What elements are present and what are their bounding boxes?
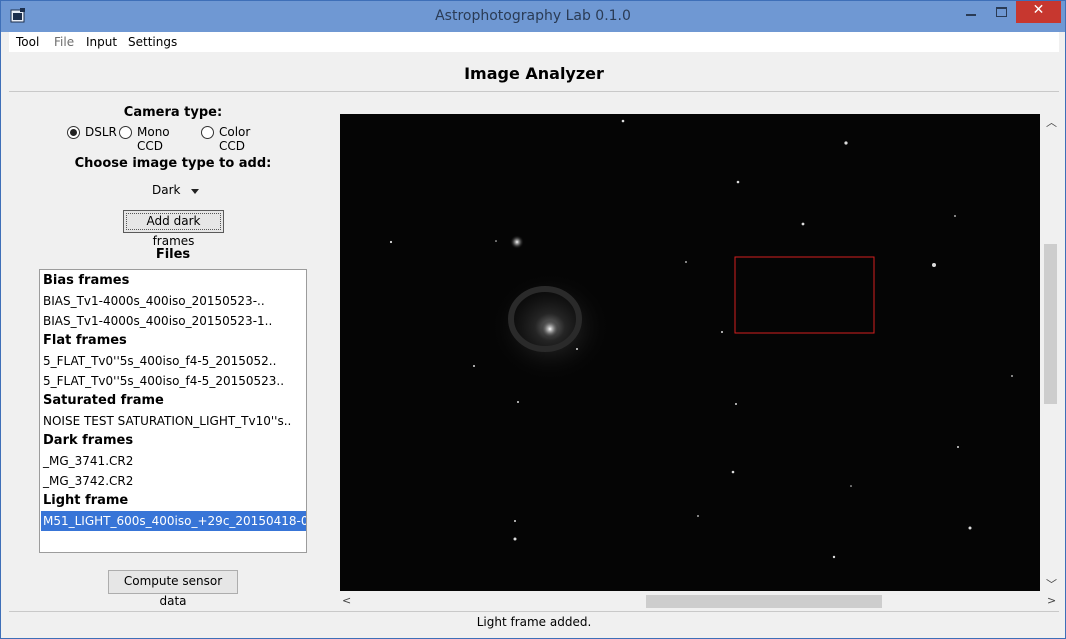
scroll-up-icon[interactable]: ︿ bbox=[1046, 114, 1057, 130]
menu-tool[interactable]: Tool bbox=[16, 35, 39, 49]
file-group-header[interactable]: Flat frames bbox=[41, 331, 306, 351]
scroll-down-icon[interactable]: ﹀ bbox=[1046, 576, 1057, 592]
horizontal-scroll-thumb[interactable] bbox=[646, 595, 882, 608]
image-type-dropdown[interactable]: Dark bbox=[152, 183, 180, 197]
radio-color-ccd-label: Color CCD bbox=[219, 125, 251, 153]
file-list-item-selected[interactable]: M51_LIGHT_600s_400iso_+29c_20150418-0.. bbox=[41, 511, 306, 531]
chevron-down-icon[interactable] bbox=[191, 189, 199, 194]
file-list-item[interactable]: 5_FLAT_Tv0''5s_400iso_f4-5_2015052.. bbox=[41, 351, 306, 371]
bright-star bbox=[510, 235, 524, 249]
minimize-button[interactable] bbox=[956, 1, 986, 23]
star-field bbox=[389, 119, 1013, 559]
file-group-header[interactable]: Bias frames bbox=[41, 271, 306, 291]
menu-settings[interactable]: Settings bbox=[128, 35, 177, 49]
file-list[interactable]: Bias frames BIAS_Tv1-4000s_400iso_201505… bbox=[39, 269, 307, 553]
radio-color-ccd-indicator[interactable] bbox=[201, 126, 214, 139]
page-title: Image Analyzer bbox=[464, 64, 604, 83]
galaxy-core bbox=[541, 320, 559, 338]
file-group-header[interactable]: Light frame bbox=[41, 491, 306, 511]
menu-bar: Tool File Input Settings bbox=[9, 32, 1059, 52]
radio-dslr-indicator[interactable] bbox=[67, 126, 80, 139]
status-divider bbox=[9, 611, 1059, 612]
camera-type-label: Camera type: bbox=[123, 105, 223, 120]
close-icon: ✕ bbox=[1032, 2, 1045, 18]
header-divider bbox=[9, 91, 1059, 92]
image-type-label: Choose image type to add: bbox=[74, 156, 272, 171]
file-list-item[interactable]: BIAS_Tv1-4000s_400iso_20150523-.. bbox=[41, 291, 306, 311]
close-button[interactable]: ✕ bbox=[1016, 1, 1061, 23]
scroll-right-icon[interactable]: > bbox=[1047, 594, 1056, 607]
title-bar[interactable]: Astrophotography Lab 0.1.0 ✕ bbox=[1, 1, 1065, 32]
vertical-scroll-thumb[interactable] bbox=[1044, 244, 1057, 404]
radio-dslr-label: DSLR bbox=[85, 125, 117, 139]
compute-sensor-data-button[interactable]: Compute sensor data bbox=[108, 570, 238, 608]
menu-input[interactable]: Input bbox=[86, 35, 117, 49]
image-viewer[interactable] bbox=[340, 114, 1040, 591]
file-list-item[interactable]: _MG_3741.CR2 bbox=[41, 451, 306, 471]
file-group-header[interactable]: Dark frames bbox=[41, 431, 306, 451]
radio-mono-ccd-indicator[interactable] bbox=[119, 126, 132, 139]
file-list-item[interactable]: 5_FLAT_Tv0''5s_400iso_f4-5_20150523.. bbox=[41, 371, 306, 391]
status-message: Light frame added. bbox=[476, 615, 592, 629]
files-label: Files bbox=[155, 247, 191, 262]
file-list-item[interactable]: _MG_3742.CR2 bbox=[41, 471, 306, 491]
radio-mono-ccd-label: Mono CCD bbox=[137, 125, 170, 153]
selection-box[interactable] bbox=[734, 256, 875, 334]
scroll-left-icon[interactable]: < bbox=[342, 594, 351, 607]
add-dark-frames-button[interactable]: Add dark frames bbox=[123, 210, 224, 248]
file-group-header[interactable]: Saturated frame bbox=[41, 391, 306, 411]
app-window: Astrophotography Lab 0.1.0 ✕ Tool File I… bbox=[0, 0, 1066, 639]
file-list-item[interactable]: BIAS_Tv1-4000s_400iso_20150523-1.. bbox=[41, 311, 306, 331]
file-list-item[interactable]: NOISE TEST SATURATION_LIGHT_Tv10''s.. bbox=[41, 411, 306, 431]
window-title: Astrophotography Lab 0.1.0 bbox=[435, 8, 631, 24]
maximize-button[interactable] bbox=[986, 1, 1016, 23]
menu-file[interactable]: File bbox=[54, 35, 74, 49]
